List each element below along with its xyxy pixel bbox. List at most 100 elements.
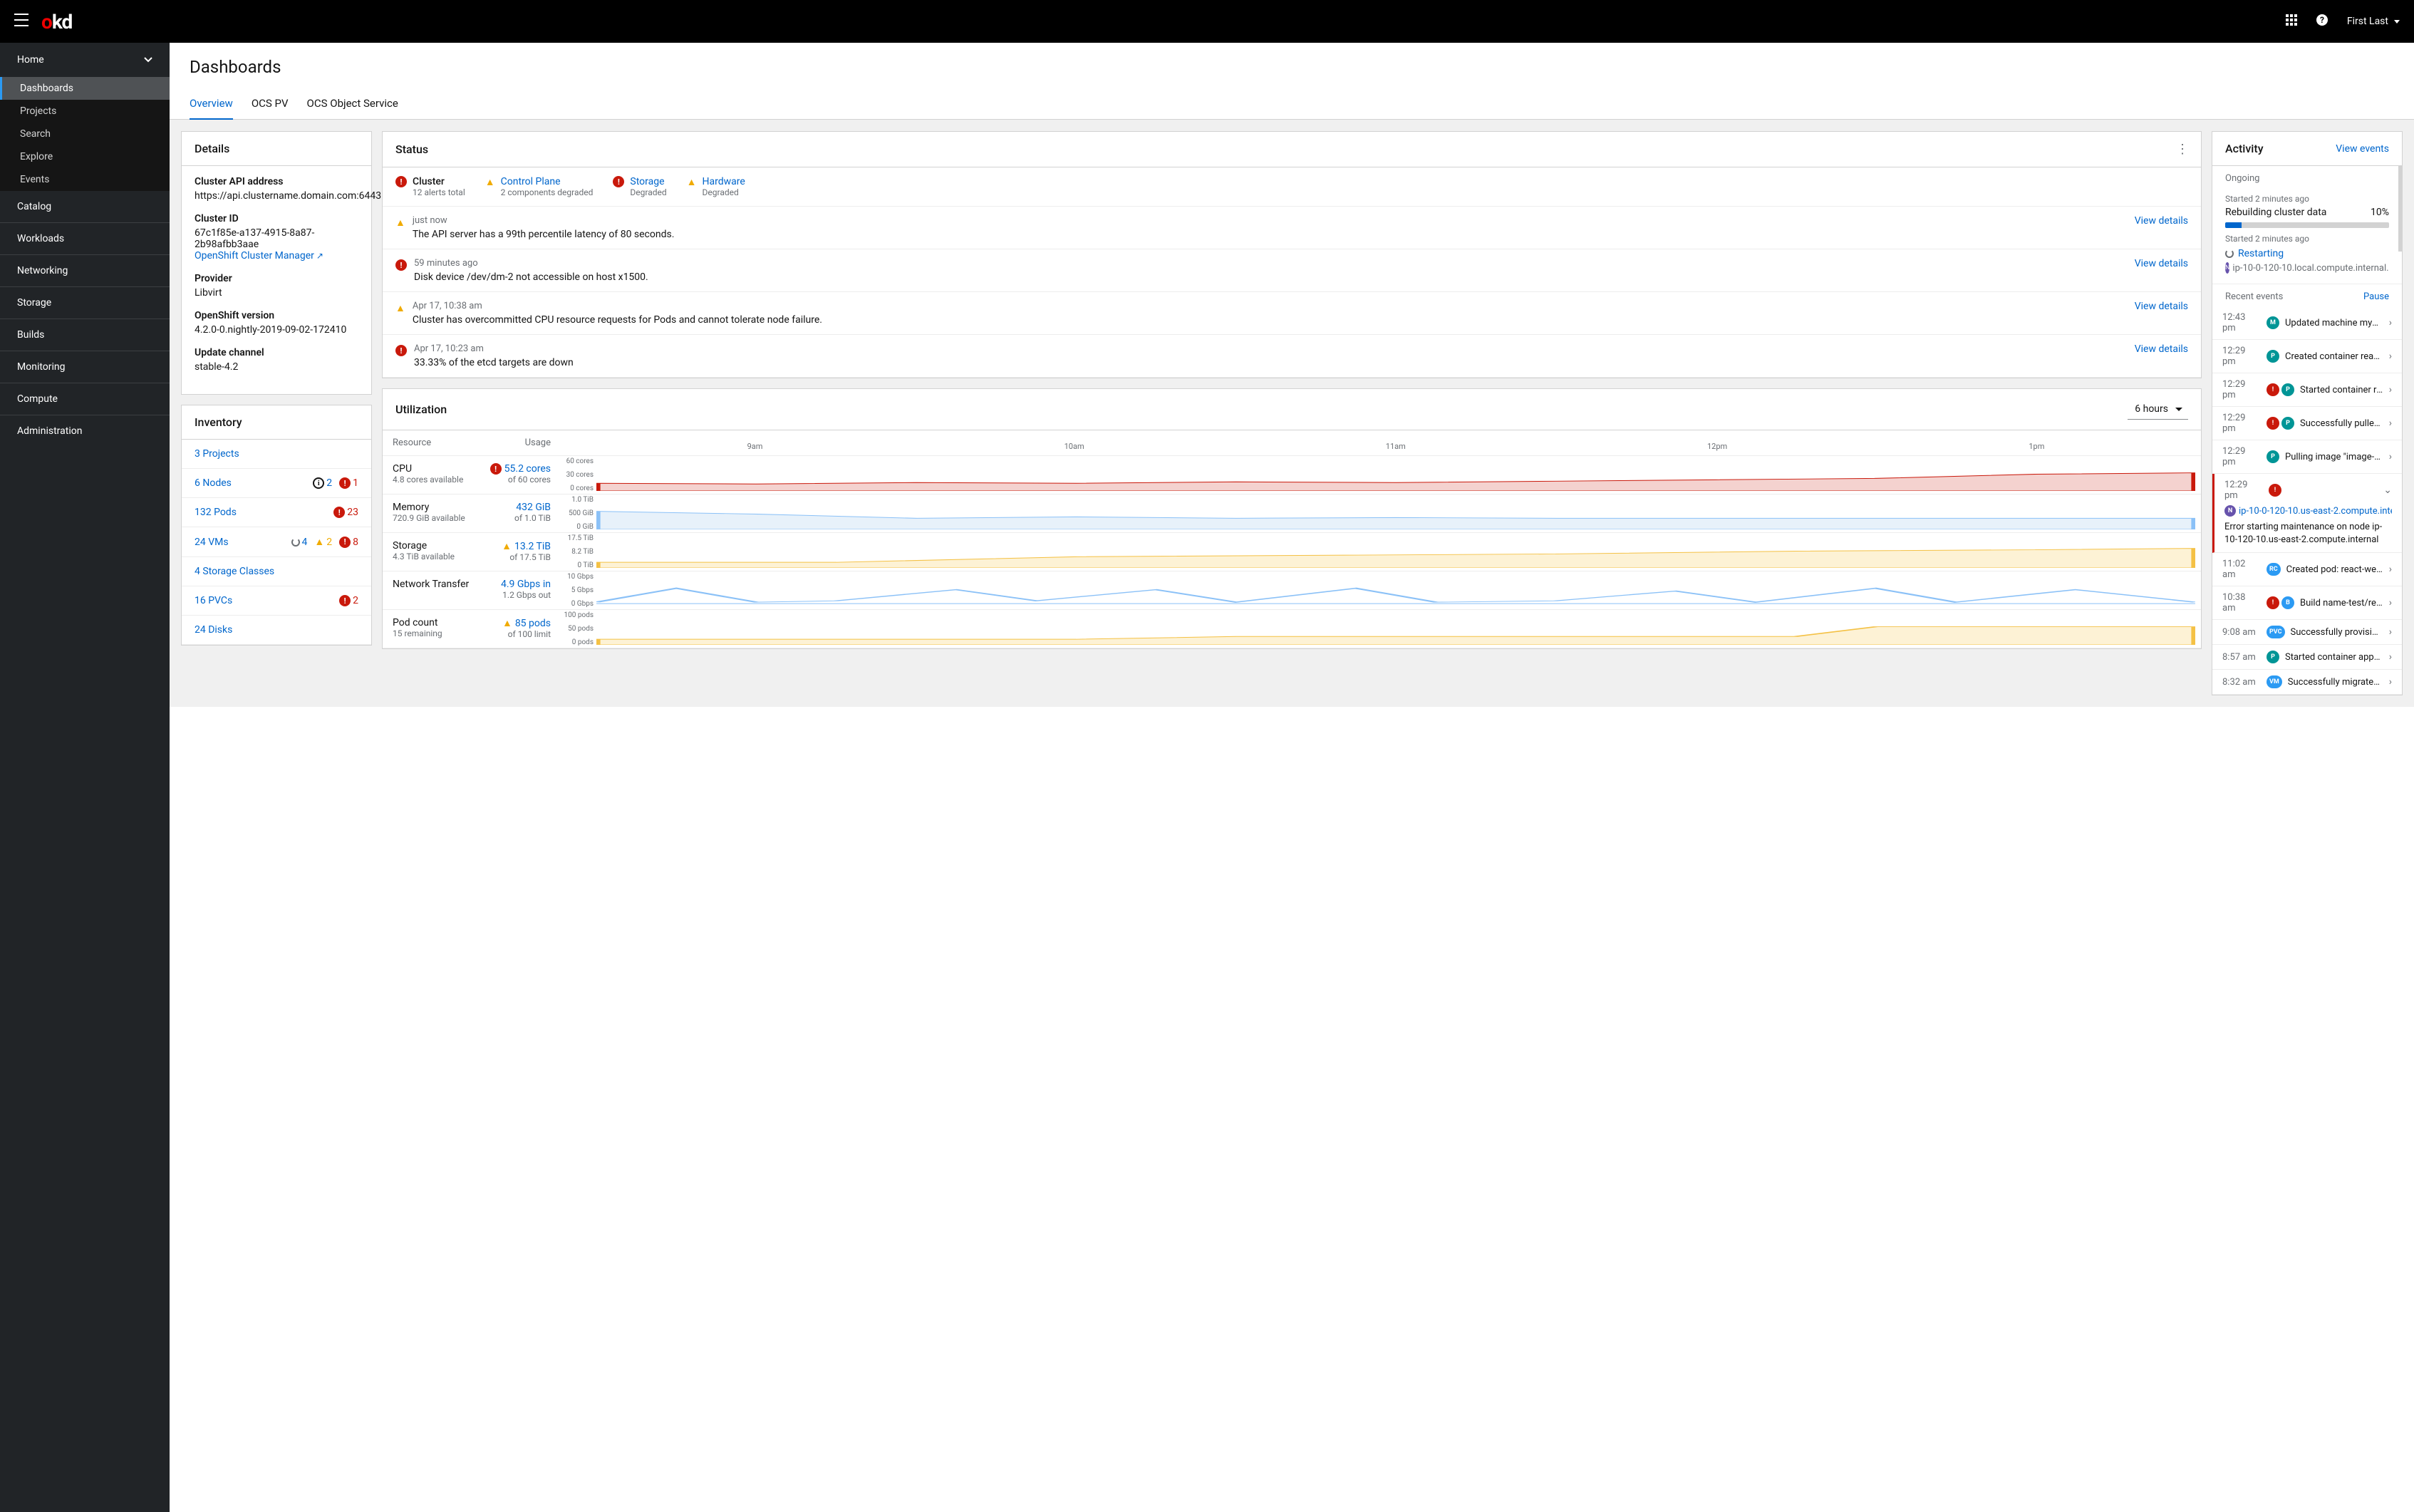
warning-icon <box>502 540 512 552</box>
badge-err: ! <box>2267 383 2279 396</box>
view-details-link[interactable]: View details <box>2126 301 2188 312</box>
utilization-title: Utilization <box>395 403 447 416</box>
sparkline-pod-count <box>596 613 2195 645</box>
nav-compute[interactable]: Compute <box>0 383 170 415</box>
badge-P: P <box>2267 651 2279 663</box>
spinner-icon <box>2225 249 2234 258</box>
view-details-link[interactable]: View details <box>2126 215 2188 227</box>
cluster-manager-link[interactable]: OpenShift Cluster Manager <box>195 250 323 262</box>
error-icon <box>339 537 351 548</box>
user-name: First Last <box>2347 16 2388 27</box>
time-range-dropdown[interactable]: 6 hours <box>2128 399 2188 420</box>
sparkline-storage <box>596 536 2195 568</box>
badge-RC: RC <box>2267 563 2281 576</box>
inventory-title: Inventory <box>195 415 242 429</box>
sidebar-item-dashboards[interactable]: Dashboards <box>0 77 170 100</box>
badge-err: ! <box>2269 484 2281 497</box>
error-icon <box>613 176 624 187</box>
tabs: Overview OCS PV OCS Object Service <box>170 90 2414 120</box>
event-row[interactable]: 12:29 pmPPulling image "image-re...› <box>2212 440 2402 474</box>
error-icon <box>395 176 407 187</box>
inventory-link[interactable]: 24 Disks <box>195 624 232 636</box>
main-content: Dashboards Overview OCS PV OCS Object Serv… <box>170 43 2414 1512</box>
info-icon <box>313 477 324 489</box>
apps-icon[interactable] <box>2286 14 2297 29</box>
nav-storage[interactable]: Storage <box>0 287 170 319</box>
event-row[interactable]: 12:43 pmMUpdated machine mynam...› <box>2212 306 2402 340</box>
nav-workloads[interactable]: Workloads <box>0 223 170 254</box>
sidebar: Home DashboardsProjectsSearchExploreEven… <box>0 43 170 1512</box>
nav-catalog[interactable]: Catalog <box>0 191 170 222</box>
inventory-link[interactable]: 4 Storage Classes <box>195 566 274 577</box>
activity-title: Activity <box>2225 142 2264 155</box>
chevron-right-icon: › <box>2389 676 2392 688</box>
event-row[interactable]: 11:02 amRCCreated pod: react-web...› <box>2212 553 2402 586</box>
sidebar-item-projects[interactable]: Projects <box>0 100 170 123</box>
event-row[interactable]: 10:38 am!BBuild name-test/react-we...› <box>2212 586 2402 620</box>
spinner-icon <box>291 538 300 547</box>
chevron-right-icon: › <box>2389 597 2392 609</box>
caret-down-icon <box>2394 20 2400 24</box>
utilization-card: Utilization 6 hours ResourceUsageCPU4.8 … <box>382 388 2202 649</box>
badge-err: ! <box>2267 417 2279 430</box>
badge-PVC: PVC <box>2267 626 2285 638</box>
view-details-link[interactable]: View details <box>2126 258 2188 269</box>
nav-administration[interactable]: Administration <box>0 415 170 447</box>
ongoing-label: Ongoing <box>2225 173 2259 184</box>
help-icon[interactable]: ? <box>2316 14 2328 29</box>
sidebar-item-search[interactable]: Search <box>0 123 170 145</box>
restarting-link[interactable]: Restarting <box>2238 248 2284 259</box>
event-row[interactable]: 9:08 amPVCSuccessfully provision...› <box>2212 620 2402 645</box>
chevron-down-icon[interactable]: ⌄ <box>2383 485 2392 496</box>
event-row[interactable]: 8:57 amPStarted container appde...› <box>2212 645 2402 670</box>
nav-monitoring[interactable]: Monitoring <box>0 351 170 383</box>
view-details-link[interactable]: View details <box>2126 343 2188 355</box>
tab-overview[interactable]: Overview <box>190 90 233 120</box>
progress-bar <box>2225 222 2389 228</box>
error-icon <box>490 463 502 475</box>
hamburger-icon[interactable] <box>14 14 29 29</box>
masthead: okd ? First Last <box>0 0 2414 43</box>
error-icon <box>339 595 351 606</box>
inventory-link[interactable]: 24 VMs <box>195 537 229 548</box>
inventory-link[interactable]: 132 Pods <box>195 507 237 518</box>
badge-P: P <box>2281 417 2294 430</box>
badge-P: P <box>2267 450 2279 463</box>
warning-icon <box>395 217 405 229</box>
event-row[interactable]: 12:29 pm!PStarted container rea...› <box>2212 373 2402 407</box>
inventory-link[interactable]: 6 Nodes <box>195 477 232 489</box>
nav-builds[interactable]: Builds <box>0 319 170 351</box>
badge-VM: VM <box>2267 675 2282 688</box>
event-row[interactable]: 12:29 pmPCreated container reacta...› <box>2212 340 2402 373</box>
event-row[interactable]: 8:32 amVMSuccessfully migrated V...› <box>2212 670 2402 695</box>
event-row[interactable]: 12:29 pm!PSuccessfully pulled imag...› <box>2212 407 2402 440</box>
chevron-right-icon: › <box>2389 564 2392 575</box>
pause-link[interactable]: Pause <box>2363 291 2389 302</box>
error-icon <box>395 259 407 271</box>
kebab-icon[interactable]: ⋮ <box>2176 142 2188 157</box>
sidebar-item-events[interactable]: Events <box>0 168 170 191</box>
nav-networking[interactable]: Networking <box>0 255 170 286</box>
view-events-link[interactable]: View events <box>2336 143 2389 155</box>
chevron-right-icon: › <box>2389 351 2392 362</box>
error-icon <box>395 345 407 356</box>
chevron-right-icon: › <box>2389 418 2392 429</box>
nav-home[interactable]: Home <box>0 43 170 77</box>
warning-icon <box>395 302 405 314</box>
brand-logo[interactable]: okd <box>41 10 72 33</box>
inventory-card: Inventory 3 Projects6 Nodes21132 Pods232… <box>181 405 372 646</box>
status-card: Status ⋮ Cluster12 alerts totalControl P… <box>382 131 2202 378</box>
inventory-link[interactable]: 16 PVCs <box>195 595 232 606</box>
error-icon <box>333 507 345 518</box>
activity-card: Activity View events Ongoing Started 2 m… <box>2212 131 2403 695</box>
scrollbar[interactable] <box>2398 166 2402 252</box>
page-title: Dashboards <box>190 57 2394 77</box>
details-card: Details Cluster API addresshttps://api.c… <box>181 131 372 395</box>
tab-ocs-pv[interactable]: OCS PV <box>252 90 289 119</box>
tab-ocs-object-service[interactable]: OCS Object Service <box>307 90 398 119</box>
sidebar-item-explore[interactable]: Explore <box>0 145 170 168</box>
warning-icon <box>485 176 495 188</box>
inventory-link[interactable]: 3 Projects <box>195 448 239 460</box>
badge-M: M <box>2267 316 2279 329</box>
user-menu[interactable]: First Last <box>2347 16 2400 27</box>
